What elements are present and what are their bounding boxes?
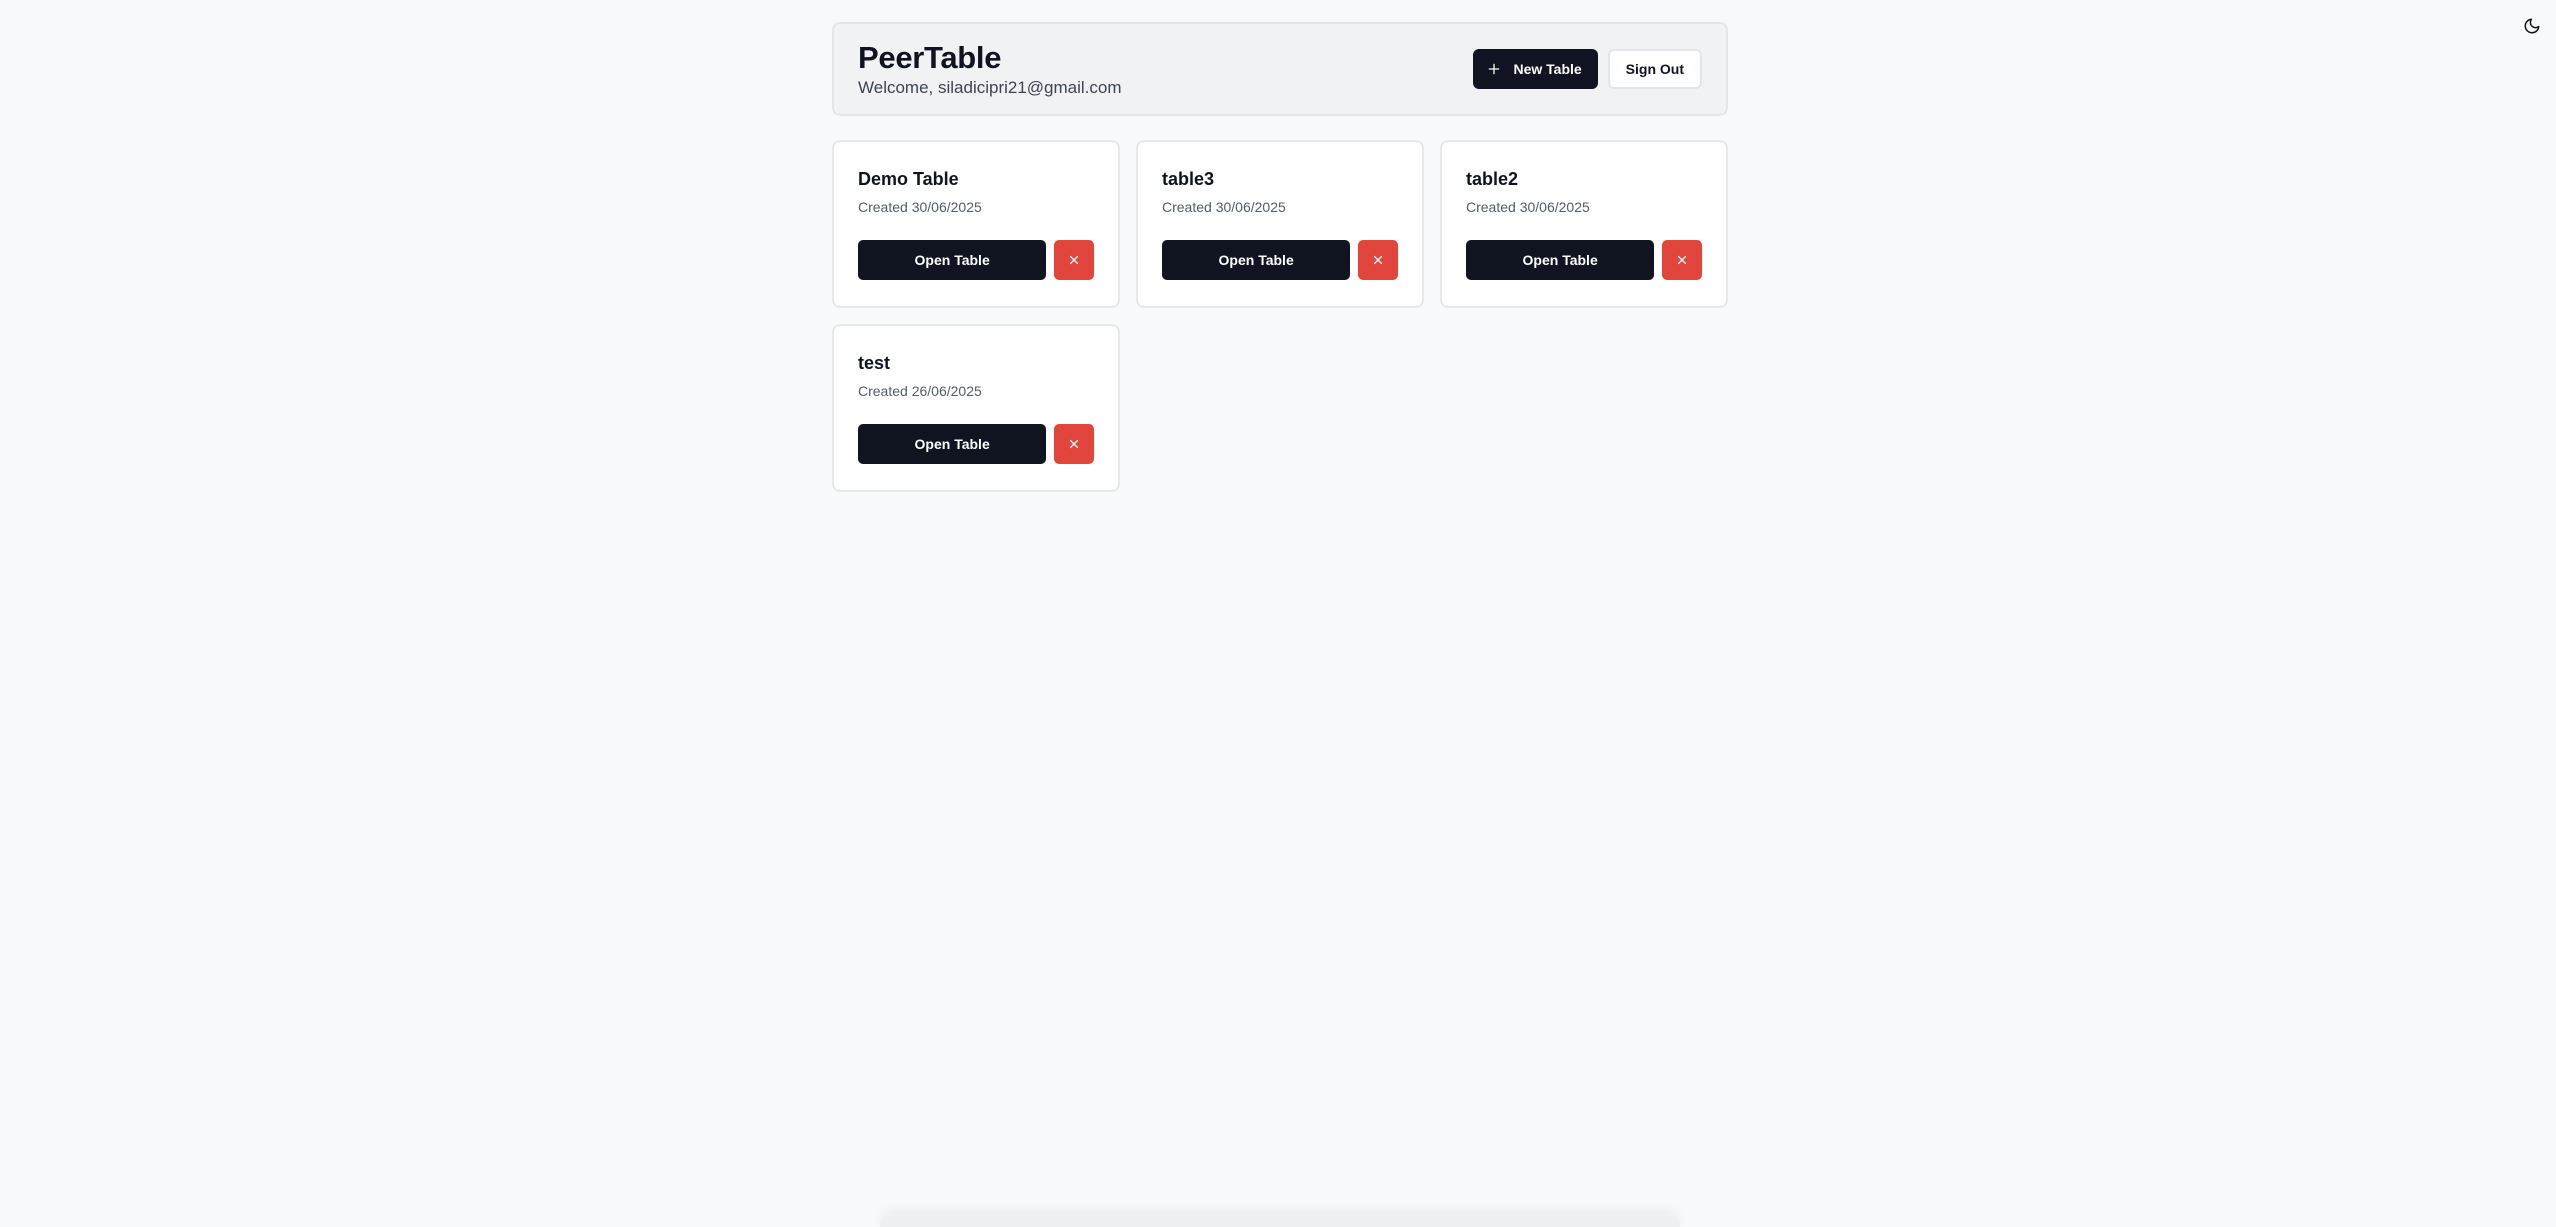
new-table-label: New Table [1513,61,1582,77]
card-actions: Open Table [858,240,1094,280]
tables-grid: Demo Table Created 30/06/2025 Open Table… [832,140,1728,492]
new-table-button[interactable]: New Table [1473,49,1598,89]
table-card: Demo Table Created 30/06/2025 Open Table [832,140,1120,308]
delete-table-button[interactable] [1358,240,1398,280]
delete-table-button[interactable] [1662,240,1702,280]
table-name: Demo Table [858,169,959,189]
header-actions: New Table Sign Out [1473,49,1702,89]
table-created-date: Created 30/06/2025 [858,199,982,215]
theme-toggle-button[interactable] [2520,14,2544,38]
table-name: table3 [1162,169,1215,189]
main-container: PeerTable Welcome, siladicipri21@gmail.c… [832,22,1728,492]
table-card: test Created 26/06/2025 Open Table [832,324,1120,492]
open-table-button[interactable]: Open Table [858,240,1047,280]
delete-table-button[interactable] [1054,424,1094,464]
table-name: table2 [1466,169,1519,189]
card-actions: Open Table [858,424,1094,464]
plus-icon [1489,63,1500,75]
table-created-date: Created 26/06/2025 [858,383,982,399]
close-icon [1373,255,1383,265]
brand: PeerTable Welcome, siladicipri21@gmail.c… [858,40,1122,98]
sign-out-button[interactable]: Sign Out [1607,49,1702,89]
table-card: table2 Created 30/06/2025 Open Table [1440,140,1728,308]
bottom-panel-edge [880,1214,1680,1227]
open-table-button[interactable]: Open Table [858,424,1047,464]
header-card: PeerTable Welcome, siladicipri21@gmail.c… [832,22,1728,116]
table-card: table3 Created 30/06/2025 Open Table [1136,140,1424,308]
app-title: PeerTable [858,40,1002,75]
close-icon [1069,439,1079,449]
table-name: test [858,353,891,373]
close-icon [1677,255,1687,265]
table-created-date: Created 30/06/2025 [1466,199,1590,215]
card-actions: Open Table [1162,240,1398,280]
close-icon [1069,255,1079,265]
open-table-button[interactable]: Open Table [1466,240,1655,280]
table-created-date: Created 30/06/2025 [1162,199,1286,215]
welcome-text: Welcome, siladicipri21@gmail.com [858,78,1122,97]
open-table-button[interactable]: Open Table [1162,240,1351,280]
moon-icon [2524,18,2540,34]
delete-table-button[interactable] [1054,240,1094,280]
card-actions: Open Table [1466,240,1702,280]
